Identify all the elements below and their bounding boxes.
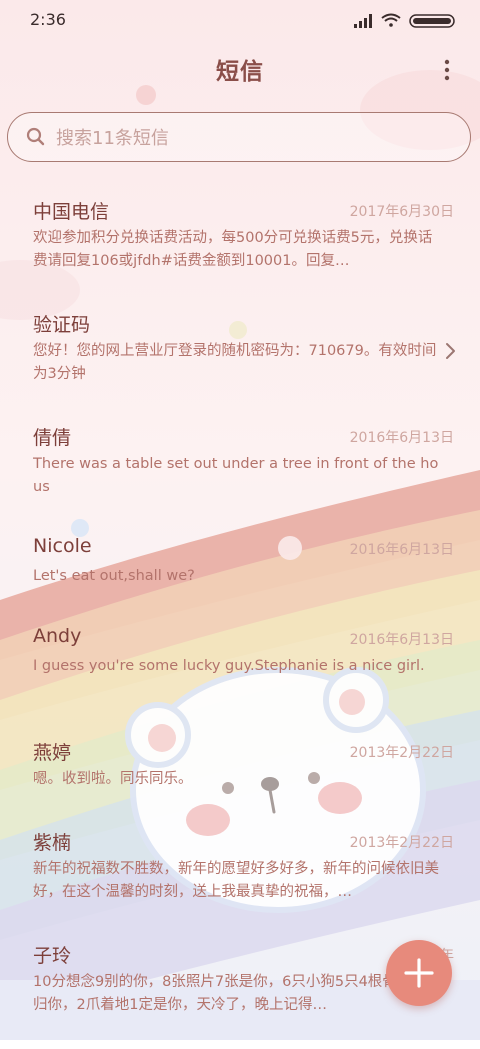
conversation-item[interactable]: Andy 2016年6月13日 I guess you're some luck… xyxy=(0,625,480,733)
conversation-item[interactable]: 中国电信 2017年6月30日 欢迎参加积分兑换话费活动，每500分可兑换话费5… xyxy=(0,197,480,305)
message-preview: 您好！您的网上营业厅登录的随机密码为：710679。有效时间为3分钟 xyxy=(33,343,437,382)
message-date: 2016年6月13日 xyxy=(349,542,454,558)
status-icons xyxy=(354,13,455,28)
sender-name: 紫楠 xyxy=(33,832,72,854)
sender-name: Nicole xyxy=(33,535,92,557)
chevron-right-icon[interactable] xyxy=(444,342,456,360)
compose-button[interactable] xyxy=(386,940,452,1006)
message-preview: 欢迎参加积分兑换话费活动，每500分可兑换话费5元，兑换话费请回复106或jfd… xyxy=(33,230,433,269)
search-icon xyxy=(26,127,45,146)
message-date: 2017年6月30日 xyxy=(349,204,454,220)
status-time: 2:36 xyxy=(30,10,66,29)
sender-name: 验证码 xyxy=(33,314,91,336)
sender-name: Andy xyxy=(33,625,82,647)
conversation-item[interactable]: 验证码 您好！您的网上营业厅登录的随机密码为：710679。有效时间为3分钟 xyxy=(0,310,480,418)
sender-name: 子玲 xyxy=(33,945,72,967)
conversation-item[interactable]: 紫楠 2013年2月22日 新年的祝福数不胜数，新年的愿望好多好多，新年的问候依… xyxy=(0,828,480,936)
message-preview: There was a table set out under a tree i… xyxy=(33,456,439,495)
search-bar[interactable] xyxy=(7,112,471,162)
sender-name: 倩倩 xyxy=(33,427,72,449)
plus-icon xyxy=(404,958,434,988)
message-preview: Let's eat out,shall we? xyxy=(33,568,195,584)
signal-icon xyxy=(354,14,372,28)
message-preview: 嗯。收到啦。同乐同乐。 xyxy=(33,771,193,787)
message-date: 2013年2月22日 xyxy=(349,745,454,761)
page-title: 短信 xyxy=(216,59,264,85)
more-vertical-icon[interactable] xyxy=(440,58,454,82)
message-date: 2016年6月13日 xyxy=(349,430,454,446)
sender-name: 中国电信 xyxy=(33,201,110,223)
wifi-icon xyxy=(381,13,401,27)
message-date: 2016年6月13日 xyxy=(349,632,454,648)
conversation-item[interactable]: 倩倩 2016年6月13日 There was a table set out … xyxy=(0,423,480,531)
message-preview: I guess you're some lucky guy.Stephanie … xyxy=(33,658,425,674)
message-preview: 10分想念9别的你，8张照片7张是你，6只小狗5只4根骨头3根归你，2爪着地1定… xyxy=(33,974,436,1013)
message-date: 2013年2月22日 xyxy=(349,835,454,851)
battery-icon xyxy=(409,14,455,28)
search-input[interactable] xyxy=(54,122,438,154)
status-bar: 2:36 xyxy=(0,0,480,40)
sender-name: 燕婷 xyxy=(33,742,72,764)
message-preview: 新年的祝福数不胜数，新年的愿望好多好多，新年的问候依旧美好，在这个温馨的时刻，送… xyxy=(33,861,439,900)
